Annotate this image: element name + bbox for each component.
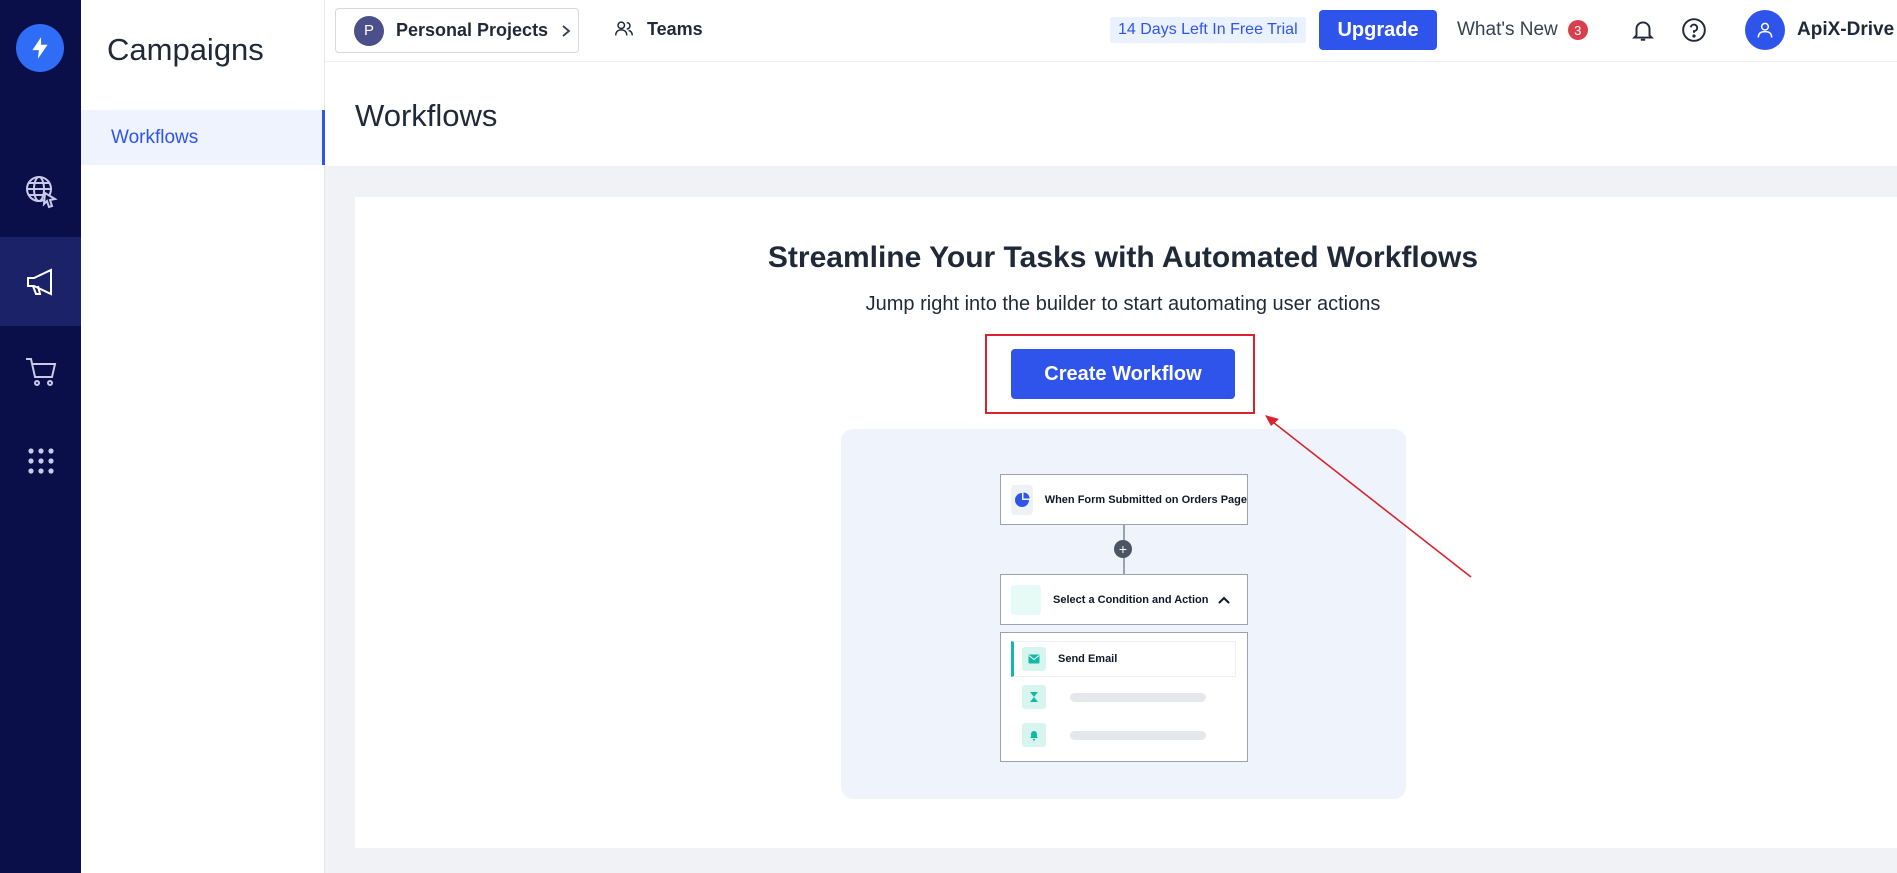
page-title: Workflows — [355, 98, 498, 133]
rail-item-apps[interactable] — [0, 416, 81, 505]
condition-node: Select a Condition and Action — [1000, 574, 1248, 625]
empty-state-card: Streamline Your Tasks with Automated Wor… — [355, 197, 1897, 848]
user-menu[interactable]: ApiX-Drive — [1745, 10, 1897, 50]
trigger-label: When Form Submitted on Orders Page — [1044, 493, 1247, 506]
pie-chart-icon — [1011, 484, 1033, 515]
top-bar: P Personal Projects Teams 14 Days Left I… — [325, 0, 1897, 62]
upgrade-button[interactable]: Upgrade — [1319, 10, 1437, 50]
teams-link[interactable]: Teams — [613, 18, 703, 40]
whats-new-count-badge: 3 — [1567, 20, 1588, 40]
mail-icon — [1022, 647, 1046, 671]
app-rail — [0, 0, 81, 873]
project-label: Personal Projects — [396, 20, 549, 40]
campaigns-sidebar: Campaigns Workflows — [81, 0, 325, 873]
action-options-panel: Send Email — [1000, 632, 1248, 762]
rail-item-campaigns[interactable] — [0, 237, 81, 326]
teams-label: Teams — [647, 18, 703, 39]
bell-icon[interactable] — [1630, 17, 1656, 43]
project-switcher-button[interactable]: P Personal Projects — [335, 8, 579, 53]
annotation-arrow-icon — [1265, 415, 1472, 578]
rail-item-sites[interactable] — [0, 146, 81, 235]
empty-state-headline: Streamline Your Tasks with Automated Wor… — [767, 241, 1479, 274]
create-workflow-button[interactable]: Create Workflow — [1011, 349, 1235, 399]
grid-icon — [27, 447, 54, 474]
sidebar-item-workflows[interactable]: Workflows — [81, 110, 325, 165]
action-option-placeholder — [1022, 723, 1222, 747]
empty-state-subline: Jump right into the builder to start aut… — [865, 293, 1381, 315]
condition-label: Select a Condition and Action — [1053, 593, 1209, 606]
project-avatar: P — [354, 15, 384, 46]
chevron-up-icon — [1218, 596, 1230, 604]
placeholder-bar — [1070, 730, 1206, 740]
rail-item-store[interactable] — [0, 326, 81, 415]
cart-icon — [25, 357, 56, 386]
megaphone-icon — [26, 267, 52, 296]
trial-badge[interactable]: 14 Days Left In Free Trial — [1110, 17, 1306, 43]
action-option-placeholder — [1022, 685, 1222, 709]
condition-placeholder-icon — [1011, 584, 1041, 615]
chevron-right-icon — [562, 24, 571, 37]
teams-icon — [615, 21, 633, 36]
help-icon[interactable] — [1681, 17, 1707, 43]
add-step-icon: + — [1114, 540, 1132, 558]
placeholder-bar — [1070, 692, 1206, 702]
bell-icon — [1022, 723, 1046, 747]
hourglass-icon — [1022, 685, 1046, 709]
action-label: Send Email — [1058, 653, 1118, 665]
action-option-send-email: Send Email — [1011, 641, 1236, 677]
whats-new-label: What's New — [1457, 19, 1558, 40]
globe-cursor-icon — [25, 175, 58, 208]
user-icon — [1745, 10, 1785, 50]
sidebar-title: Campaigns — [107, 32, 264, 67]
user-name: ApiX-Drive — [1797, 19, 1895, 40]
main-content: Streamline Your Tasks with Automated Wor… — [325, 166, 1897, 873]
page-header: Workflows — [325, 62, 1897, 166]
whats-new-link[interactable]: What's New 3 — [1457, 19, 1588, 41]
bolt-icon[interactable] — [16, 24, 64, 72]
trigger-node: When Form Submitted on Orders Page — [1000, 474, 1248, 525]
